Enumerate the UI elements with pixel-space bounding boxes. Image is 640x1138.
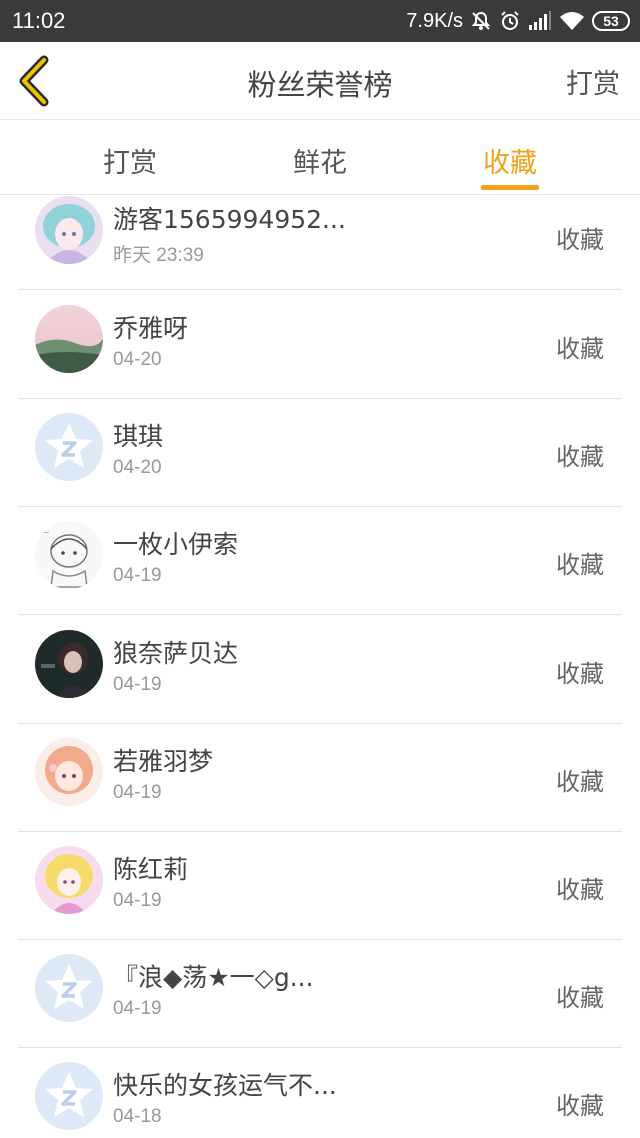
action-label: 收藏 (556, 984, 604, 1012)
list-item[interactable]: 『浪◆荡★一◇g... 04-19 收藏 (18, 940, 622, 1048)
user-name: 琪琪 (113, 422, 164, 451)
user-name: 游客1565994952... (113, 205, 346, 234)
avatar (35, 1062, 103, 1130)
avatar (35, 954, 103, 1022)
action-label: 收藏 (556, 226, 604, 254)
list-item[interactable]: 乔雅呀 04-20 收藏 (18, 291, 622, 399)
battery-icon: 53 (592, 11, 630, 31)
default-star-avatar-icon (35, 1062, 103, 1130)
timestamp: 04-18 (113, 1106, 162, 1127)
tab-reward[interactable]: 打赏 (70, 141, 190, 180)
timestamp: 04-19 (113, 782, 162, 803)
action-label: 收藏 (556, 1092, 604, 1120)
list-item[interactable]: 琪琪 04-20 收藏 (18, 399, 622, 507)
fan-list: 游客1565994952... 昨天 23:39 收藏 乔雅呀 04-20 收藏… (0, 196, 640, 1138)
list-item[interactable]: 狼奈萨贝达 04-19 收藏 (18, 616, 622, 724)
avatar (35, 738, 103, 806)
user-name: 『浪◆荡★一◇g... (113, 963, 314, 992)
wifi-icon (559, 11, 585, 31)
status-time: 11:02 (12, 8, 66, 33)
list-item[interactable]: 游客1565994952... 昨天 23:39 收藏 (18, 196, 622, 290)
user-name: 狼奈萨贝达 (113, 639, 239, 668)
status-bar: 11:02 7.9K/s 53 (0, 0, 640, 42)
avatar (35, 413, 103, 481)
user-name: 乔雅呀 (113, 314, 189, 343)
list-item[interactable]: ~ 一枚小伊索 04-19 收藏 (18, 507, 622, 615)
avatar (35, 630, 103, 698)
battery-level: 53 (603, 13, 619, 29)
user-name: 陈红莉 (113, 855, 189, 884)
list-item[interactable]: 若雅羽梦 04-19 收藏 (18, 724, 622, 832)
app-header: 粉丝荣誉榜 打赏 (0, 42, 640, 120)
tab-bar: 打赏 鲜花 收藏 (0, 121, 640, 195)
list-item[interactable]: 陈红莉 04-19 收藏 (18, 832, 622, 940)
action-label: 收藏 (556, 660, 604, 688)
default-star-avatar-icon (35, 413, 103, 481)
tab-flowers[interactable]: 鲜花 (260, 141, 380, 180)
svg-text:~: ~ (43, 528, 50, 537)
avatar (35, 305, 103, 373)
timestamp: 昨天 23:39 (113, 245, 204, 266)
list-item[interactable]: 快乐的女孩运气不... 04-18 收藏 (18, 1048, 622, 1138)
user-name: 一枚小伊索 (113, 530, 239, 559)
timestamp: 04-19 (113, 998, 162, 1019)
timestamp: 04-19 (113, 565, 162, 586)
timestamp: 04-20 (113, 349, 162, 370)
active-tab-indicator (481, 185, 539, 190)
action-label: 收藏 (556, 335, 604, 363)
action-label: 收藏 (556, 876, 604, 904)
signal-icon (528, 11, 552, 31)
avatar: ~ (35, 521, 103, 589)
action-label: 收藏 (556, 768, 604, 796)
status-indicators: 7.9K/s 53 (406, 6, 630, 36)
timestamp: 04-19 (113, 674, 162, 695)
user-name: 若雅羽梦 (113, 747, 214, 776)
reward-button[interactable]: 打赏 (566, 62, 620, 101)
network-speed: 7.9K/s (406, 9, 463, 32)
avatar (35, 196, 103, 264)
page-title: 粉丝荣誉榜 (247, 68, 393, 102)
default-star-avatar-icon (35, 954, 103, 1022)
user-name: 快乐的女孩运气不... (113, 1071, 337, 1100)
tab-favorites[interactable]: 收藏 (450, 141, 570, 180)
timestamp: 04-20 (113, 457, 162, 478)
alarm-icon (499, 10, 521, 32)
action-label: 收藏 (556, 551, 604, 579)
mute-icon (470, 10, 492, 32)
action-label: 收藏 (556, 443, 604, 471)
timestamp: 04-19 (113, 890, 162, 911)
avatar (35, 846, 103, 914)
